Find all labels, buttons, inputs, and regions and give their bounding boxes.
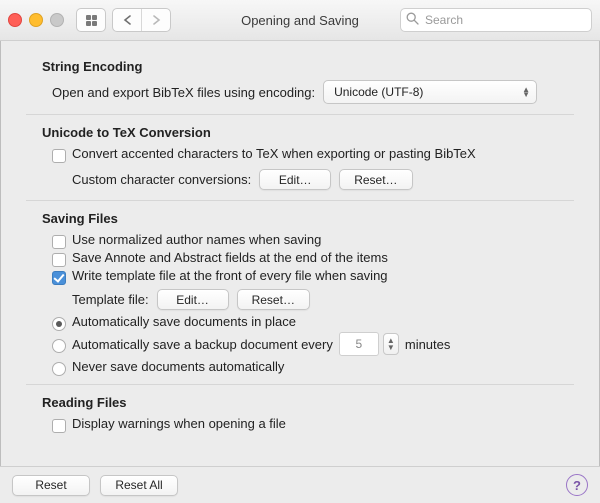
save-annote-checkbox[interactable] xyxy=(52,253,66,267)
convert-accented-checkbox[interactable] xyxy=(52,149,66,163)
footer: Reset Reset All ? xyxy=(0,466,600,503)
window-controls xyxy=(8,13,64,27)
separator xyxy=(26,114,574,115)
template-edit-button[interactable]: Edit… xyxy=(157,289,229,310)
section-heading-unicode: Unicode to TeX Conversion xyxy=(42,125,580,140)
display-warnings-checkbox[interactable] xyxy=(52,419,66,433)
autosave-backup-prefix: Automatically save a backup document eve… xyxy=(72,337,333,352)
display-warnings-label: Display warnings when opening a file xyxy=(72,416,286,431)
search-wrap xyxy=(400,8,592,32)
chevron-right-icon xyxy=(152,15,161,25)
preferences-window: Opening and Saving String Encoding Open … xyxy=(0,0,600,503)
write-template-checkbox[interactable] xyxy=(52,271,66,285)
separator xyxy=(26,200,574,201)
template-file-label: Template file: xyxy=(72,292,149,307)
autosave-inplace-radio[interactable] xyxy=(52,317,66,331)
view-switcher xyxy=(76,8,106,32)
help-button[interactable]: ? xyxy=(566,474,588,496)
convert-accented-label: Convert accented characters to TeX when … xyxy=(72,146,476,161)
chevron-left-icon xyxy=(123,15,132,25)
encoding-select-value: Unicode (UTF-8) xyxy=(334,85,423,99)
section-heading-encoding: String Encoding xyxy=(42,59,580,74)
custom-conversions-label: Custom character conversions: xyxy=(72,172,251,187)
separator xyxy=(26,384,574,385)
encoding-select[interactable]: Unicode (UTF-8) ▲▼ xyxy=(323,80,537,104)
reset-all-button[interactable]: Reset All xyxy=(100,475,178,496)
save-annote-label: Save Annote and Abstract fields at the e… xyxy=(72,250,388,265)
content: String Encoding Open and export BibTeX f… xyxy=(0,41,600,466)
search-icon xyxy=(406,12,419,25)
write-template-label: Write template file at the front of ever… xyxy=(72,268,388,283)
nav-segment xyxy=(112,8,171,32)
custom-conv-edit-button[interactable]: Edit… xyxy=(259,169,331,190)
autosave-backup-suffix: minutes xyxy=(405,337,451,352)
reset-button[interactable]: Reset xyxy=(12,475,90,496)
section-heading-reading: Reading Files xyxy=(42,395,580,410)
show-all-button[interactable] xyxy=(77,9,105,31)
custom-conv-reset-button[interactable]: Reset… xyxy=(339,169,412,190)
close-window-button[interactable] xyxy=(8,13,22,27)
window-title: Opening and Saving xyxy=(241,13,359,28)
titlebar: Opening and Saving xyxy=(0,0,600,41)
help-icon: ? xyxy=(573,478,581,493)
backup-interval-stepper[interactable]: ▲ ▼ xyxy=(383,333,399,355)
template-reset-button[interactable]: Reset… xyxy=(237,289,310,310)
grid-icon xyxy=(86,15,97,26)
forward-button[interactable] xyxy=(141,9,170,31)
autosave-backup-radio[interactable] xyxy=(52,339,66,353)
backup-interval-field[interactable] xyxy=(339,332,379,356)
section-heading-saving: Saving Files xyxy=(42,211,580,226)
minimize-window-button[interactable] xyxy=(29,13,43,27)
normalize-authors-checkbox[interactable] xyxy=(52,235,66,249)
normalize-authors-label: Use normalized author names when saving xyxy=(72,232,321,247)
autosave-never-label: Never save documents automatically xyxy=(72,359,284,374)
autosave-inplace-label: Automatically save documents in place xyxy=(72,314,296,329)
back-button[interactable] xyxy=(113,9,141,31)
autosave-never-radio[interactable] xyxy=(52,362,66,376)
encoding-prompt-label: Open and export BibTeX files using encod… xyxy=(52,85,315,100)
stepper-down-icon: ▼ xyxy=(387,344,395,351)
updown-arrows-icon: ▲▼ xyxy=(522,87,530,97)
search-input[interactable] xyxy=(400,8,592,32)
zoom-window-button[interactable] xyxy=(50,13,64,27)
